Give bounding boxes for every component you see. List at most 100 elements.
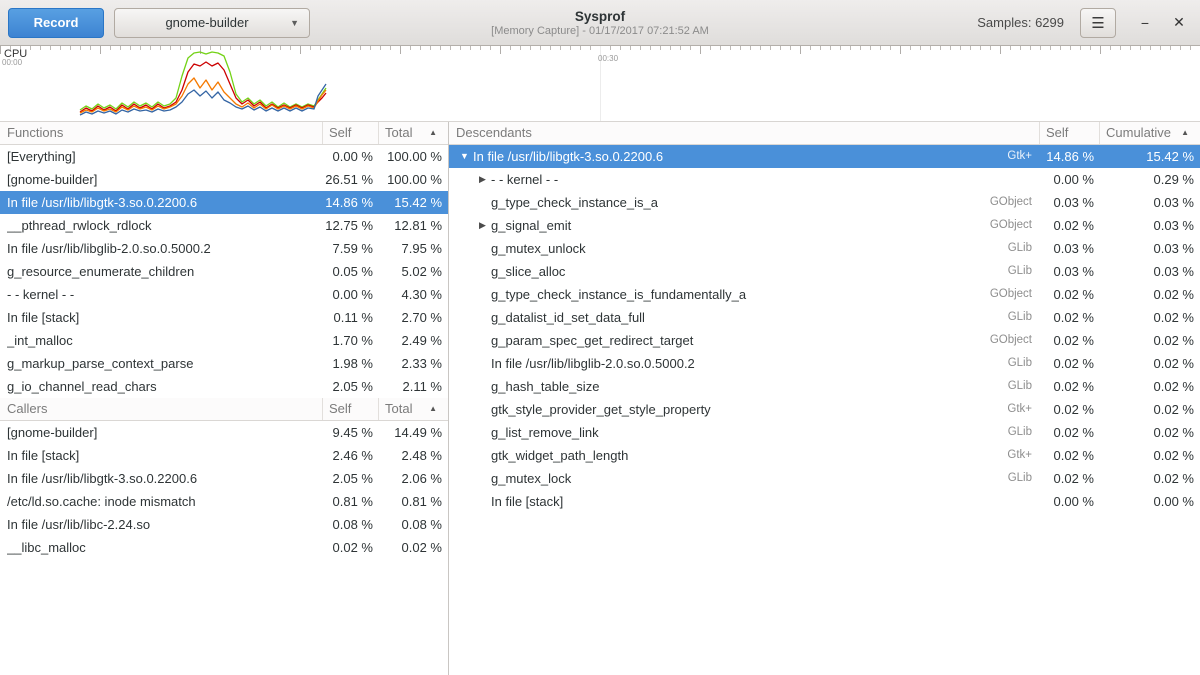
self-value: 0.03 % [1040,191,1100,214]
cpu-graph[interactable]: CPU 00:00 00:30 [0,46,1200,122]
expander-icon[interactable]: ▼ [456,145,473,168]
expander-icon[interactable]: ▶ [474,214,491,237]
menu-button[interactable]: ☰ [1080,8,1116,38]
self-value: 0.03 % [1040,237,1100,260]
headerbar: Record gnome-builder ▼ Sysprof [Memory C… [0,0,1200,46]
table-row[interactable]: In file [stack]0.11 %2.70 % [0,306,448,329]
function-name: gtk_widget_path_length [491,444,1007,467]
function-name: In file [stack] [491,490,1040,513]
window-title: Sysprof [491,9,709,24]
column-header-self[interactable]: Self [323,398,379,420]
function-name: _int_malloc [7,329,323,352]
cumulative-value: 0.02 % [1100,375,1200,398]
descendant-name-cell: g_slice_allocGLib [449,260,1040,283]
table-row[interactable]: g_list_remove_linkGLib0.02 %0.02 % [449,421,1200,444]
function-name-cell: - - kernel - - [0,283,323,306]
table-row[interactable]: g_slice_allocGLib0.03 %0.03 % [449,260,1200,283]
table-row[interactable]: In file /usr/lib/libgtk-3.so.0.2200.614.… [0,191,448,214]
library-badge: Gtk+ [1007,398,1040,421]
window-subtitle: [Memory Capture] - 01/17/2017 07:21:52 A… [491,25,709,37]
function-name-cell: __libc_malloc [0,536,323,559]
self-value: 0.02 % [1040,352,1100,375]
table-row[interactable]: gtk_style_provider_get_style_propertyGtk… [449,398,1200,421]
function-name: In file [stack] [7,444,323,467]
function-name: g_signal_emit [491,214,990,237]
close-button[interactable]: ✕ [1166,10,1192,36]
window-controls: − ✕ [1132,10,1192,36]
descendant-name-cell: g_param_spec_get_redirect_targetGObject [449,329,1040,352]
function-name: __libc_malloc [7,536,323,559]
table-row[interactable]: In file /usr/lib/libglib-2.0.so.0.5000.2… [449,352,1200,375]
self-value: 9.45 % [323,421,379,444]
column-header-self[interactable]: Self [323,122,379,144]
table-row[interactable]: /etc/ld.so.cache: inode mismatch0.81 %0.… [0,490,448,513]
total-value: 0.02 % [379,536,448,559]
self-value: 0.08 % [323,513,379,536]
table-row[interactable]: - - kernel - -0.00 %4.30 % [0,283,448,306]
table-row[interactable]: g_resource_enumerate_children0.05 %5.02 … [0,260,448,283]
descendant-name-cell: In file /usr/lib/libglib-2.0.so.0.5000.2… [449,352,1040,375]
table-row[interactable]: [Everything]0.00 %100.00 % [0,145,448,168]
self-value: 0.05 % [323,260,379,283]
expander-icon[interactable]: ▶ [474,168,491,191]
table-row[interactable]: g_type_check_instance_is_fundamentally_a… [449,283,1200,306]
samples-count: Samples: 6299 [977,15,1064,30]
total-value: 5.02 % [379,260,448,283]
table-row[interactable]: g_hash_table_sizeGLib0.02 %0.02 % [449,375,1200,398]
table-row[interactable]: _int_malloc1.70 %2.49 % [0,329,448,352]
chevron-down-icon: ▼ [290,18,299,28]
column-header-callers[interactable]: Callers [0,398,323,420]
table-row[interactable]: [gnome-builder]9.45 %14.49 % [0,421,448,444]
function-name-cell: __pthread_rwlock_rdlock [0,214,323,237]
table-row[interactable]: g_mutex_unlockGLib0.03 %0.03 % [449,237,1200,260]
self-value: 7.59 % [323,237,379,260]
table-row[interactable]: In file /usr/lib/libgtk-3.so.0.2200.62.0… [0,467,448,490]
column-header-functions[interactable]: Functions [0,122,323,144]
total-value: 100.00 % [379,168,448,191]
table-row[interactable]: __libc_malloc0.02 %0.02 % [0,536,448,559]
function-name: - - kernel - - [7,283,323,306]
table-row[interactable]: gtk_widget_path_lengthGtk+0.02 %0.02 % [449,444,1200,467]
self-value: 0.11 % [323,306,379,329]
table-row[interactable]: ▼In file /usr/lib/libgtk-3.so.0.2200.6Gt… [449,145,1200,168]
column-header-cumulative[interactable]: Cumulative ▲ [1100,122,1200,144]
record-button[interactable]: Record [8,8,104,38]
column-header-self[interactable]: Self [1040,122,1100,144]
total-value: 2.49 % [379,329,448,352]
cpu-graph-svg [0,46,1200,122]
table-row[interactable]: g_type_check_instance_is_aGObject0.03 %0… [449,191,1200,214]
cumulative-value: 0.03 % [1100,191,1200,214]
table-row[interactable]: g_mutex_lockGLib0.02 %0.02 % [449,467,1200,490]
function-name: In file /usr/lib/libglib-2.0.so.0.5000.2 [7,237,323,260]
library-badge: GLib [1008,467,1040,490]
self-value: 0.00 % [1040,168,1100,191]
library-badge: GLib [1008,352,1040,375]
library-badge: GObject [990,191,1040,214]
self-value: 0.02 % [1040,306,1100,329]
table-row[interactable]: [gnome-builder]26.51 %100.00 % [0,168,448,191]
table-row[interactable]: __pthread_rwlock_rdlock12.75 %12.81 % [0,214,448,237]
self-value: 0.02 % [1040,444,1100,467]
table-row[interactable]: g_markup_parse_context_parse1.98 %2.33 % [0,352,448,375]
table-row[interactable]: ▶- - kernel - -0.00 %0.29 % [449,168,1200,191]
function-name-cell: In file /usr/lib/libgtk-3.so.0.2200.6 [0,191,323,214]
process-selector-dropdown[interactable]: gnome-builder ▼ [114,8,310,38]
table-row[interactable]: In file [stack]0.00 %0.00 % [449,490,1200,513]
cumulative-value: 0.02 % [1100,283,1200,306]
column-header-descendants[interactable]: Descendants [449,122,1040,144]
table-row[interactable]: g_datalist_id_set_data_fullGLib0.02 %0.0… [449,306,1200,329]
table-row[interactable]: ▶g_signal_emitGObject0.02 %0.03 % [449,214,1200,237]
table-row[interactable]: In file /usr/lib/libglib-2.0.so.0.5000.2… [0,237,448,260]
descendant-name-cell: g_mutex_lockGLib [449,467,1040,490]
table-row[interactable]: g_param_spec_get_redirect_targetGObject0… [449,329,1200,352]
function-name: g_param_spec_get_redirect_target [491,329,990,352]
descendant-name-cell: gtk_widget_path_lengthGtk+ [449,444,1040,467]
table-row[interactable]: g_io_channel_read_chars2.05 %2.11 % [0,375,448,398]
column-header-total[interactable]: Total ▲ [379,398,448,420]
library-badge: GLib [1008,306,1040,329]
self-value: 2.05 % [323,375,379,398]
minimize-button[interactable]: − [1132,10,1158,36]
table-row[interactable]: In file [stack]2.46 %2.48 % [0,444,448,467]
column-header-total[interactable]: Total ▲ [379,122,448,144]
table-row[interactable]: In file /usr/lib/libc-2.24.so0.08 %0.08 … [0,513,448,536]
